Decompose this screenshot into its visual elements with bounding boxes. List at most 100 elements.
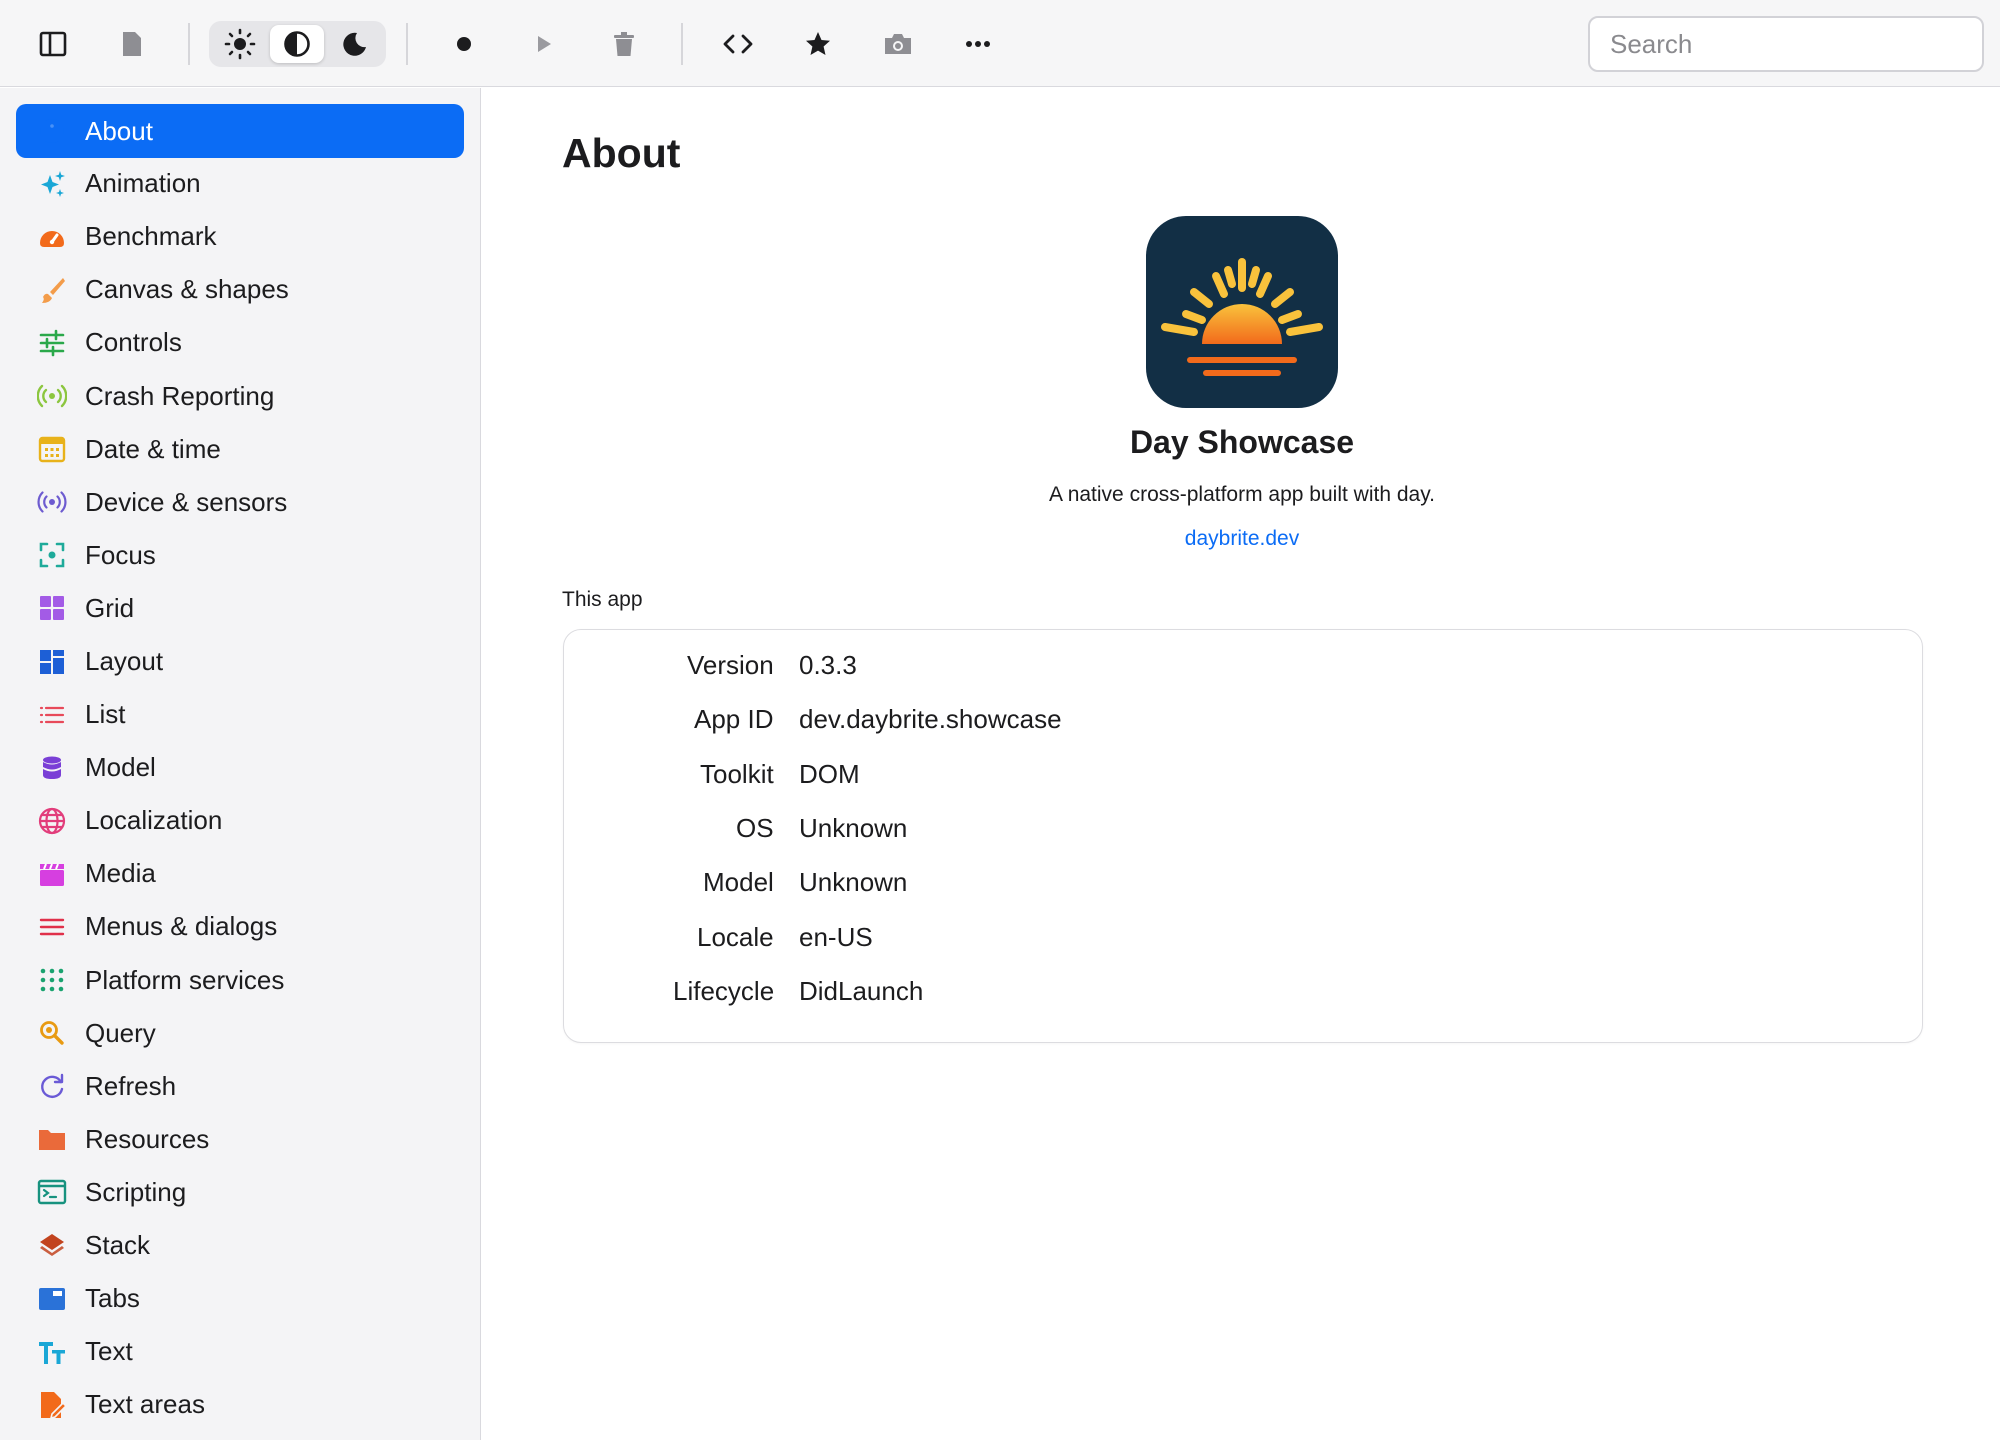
sidebar-item-label: Text <box>85 1336 133 1367</box>
sidebar-item-label: About <box>85 115 153 146</box>
sidebar-item-model[interactable]: Model <box>16 741 464 794</box>
code-icon[interactable] <box>718 24 758 64</box>
layout-icon <box>37 647 67 677</box>
more-icon[interactable] <box>958 24 998 64</box>
text-icon <box>37 1337 67 1367</box>
sliders-icon <box>37 328 67 358</box>
sidebar-item-text-areas[interactable]: Text areas <box>16 1378 464 1431</box>
sidebar-item-tabs[interactable]: Tabs <box>16 1272 464 1325</box>
info-key: Toolkit <box>700 758 774 789</box>
menu-icon <box>37 912 67 942</box>
app-website-link[interactable]: daybrite.dev <box>862 527 1622 551</box>
sidebar-item-grid[interactable]: Grid <box>16 582 464 635</box>
sidebar-item-about[interactable]: About <box>16 104 464 158</box>
sidebar-item-label: Stack <box>85 1230 151 1261</box>
sidebar-item-menus-dialogs[interactable]: Menus & dialogs <box>16 900 464 953</box>
sidebar-item-benchmark[interactable]: Benchmark <box>16 210 464 263</box>
page-title: About <box>562 130 681 176</box>
moon-icon <box>343 32 366 56</box>
sidebar-item-crash-reporting[interactable]: Crash Reporting <box>16 369 464 422</box>
sidebar-item-refresh[interactable]: Refresh <box>16 1060 464 1113</box>
toolbar-divider <box>188 23 190 65</box>
sidebar-item-device-sensors[interactable]: Device & sensors <box>16 476 464 529</box>
sidebar-item-label: List <box>85 699 126 730</box>
document-edit-icon <box>37 1390 67 1420</box>
sidebar-item-label: Localization <box>85 805 223 836</box>
dark-theme-button[interactable] <box>327 25 381 63</box>
magnifier-icon <box>37 1018 67 1048</box>
sidebar-item-label: Crash Reporting <box>85 380 275 411</box>
info-row: OS Unknown <box>564 807 1922 847</box>
sidebar-nav: About Animation Benchmark Canvas & shapes Co… <box>16 104 464 1431</box>
light-theme-button[interactable] <box>213 25 267 63</box>
folder-icon <box>37 1124 67 1154</box>
info-key: Version <box>687 650 774 680</box>
info-key: OS <box>736 812 774 843</box>
sidebar-item-stack[interactable]: Stack <box>16 1219 464 1272</box>
main-content: About Day Showcase A native cross-platfo… <box>482 88 2000 1440</box>
sidebar-item-animation[interactable]: Animation <box>16 157 464 210</box>
broadcast-icon <box>37 381 67 411</box>
sidebar-toggle-icon[interactable] <box>33 24 73 64</box>
sidebar-item-query[interactable]: Query <box>16 1007 464 1060</box>
search-input[interactable] <box>1588 16 1984 72</box>
database-icon <box>37 753 67 783</box>
sidebar-item-platform-services[interactable]: Platform services <box>16 954 464 1007</box>
paintbrush-icon <box>37 275 67 305</box>
sidebar: About Animation Benchmark Canvas & shapes Co… <box>0 88 481 1440</box>
sidebar-item-resources[interactable]: Resources <box>16 1113 464 1166</box>
dots-grid-icon <box>37 965 67 995</box>
toolbar <box>0 0 2000 87</box>
info-value: DidLaunch <box>799 975 924 1006</box>
sidebar-item-label: Benchmark <box>85 221 217 252</box>
sidebar-item-label: Platform services <box>85 964 285 995</box>
play-icon[interactable] <box>524 24 564 64</box>
app-icon <box>1146 216 1338 408</box>
document-icon[interactable] <box>112 24 152 64</box>
sidebar-item-label: Text areas <box>85 1389 205 1420</box>
app-info-card: Version 0.3.3 App ID dev.daybrite.showcase T… <box>563 629 1923 1043</box>
sidebar-item-label: Date & time <box>85 433 221 464</box>
sidebar-item-label: Media <box>85 858 156 889</box>
info-key: Lifecycle <box>673 975 775 1006</box>
globe-icon <box>37 806 67 836</box>
sidebar-item-controls[interactable]: Controls <box>16 316 464 369</box>
info-value: DOM <box>799 758 860 789</box>
terminal-icon <box>37 1177 67 1207</box>
sparkles-icon <box>37 169 67 199</box>
sidebar-item-label: Layout <box>85 646 164 676</box>
sidebar-item-focus[interactable]: Focus <box>16 529 464 582</box>
theme-segmented-control <box>209 21 386 67</box>
sidebar-item-media[interactable]: Media <box>16 847 464 900</box>
focus-icon <box>37 540 67 570</box>
info-row: Locale en-US <box>564 916 1922 956</box>
section-label: This app <box>562 588 643 611</box>
info-value: dev.daybrite.showcase <box>799 704 1062 735</box>
auto-theme-button[interactable] <box>270 25 324 63</box>
record-icon[interactable] <box>444 24 484 64</box>
info-key: App ID <box>694 704 774 735</box>
sidebar-item-localization[interactable]: Localization <box>16 794 464 847</box>
calendar-icon <box>37 434 67 464</box>
info-row: Lifecycle DidLaunch <box>564 970 1922 1010</box>
sidebar-item-label: Resources <box>85 1123 210 1154</box>
info-icon <box>37 116 67 146</box>
camera-icon[interactable] <box>878 24 918 64</box>
sidebar-item-scripting[interactable]: Scripting <box>16 1166 464 1219</box>
toolbar-divider <box>406 23 408 65</box>
sidebar-item-label: Controls <box>85 327 182 358</box>
trash-icon[interactable] <box>604 24 644 64</box>
sidebar-item-list[interactable]: List <box>16 688 464 741</box>
sidebar-item-canvas-shapes[interactable]: Canvas & shapes <box>16 263 464 316</box>
toolbar-divider <box>681 23 683 65</box>
sidebar-item-label: Animation <box>85 168 201 199</box>
sidebar-item-text[interactable]: Text <box>16 1325 464 1378</box>
info-row: Toolkit DOM <box>564 753 1922 793</box>
sidebar-item-layout[interactable]: Layout <box>16 635 464 688</box>
sidebar-item-date-time[interactable]: Date & time <box>16 423 464 476</box>
sunrise-logo-icon <box>1161 258 1323 376</box>
star-icon[interactable] <box>798 24 838 64</box>
sidebar-item-label: Menus & dialogs <box>85 911 278 942</box>
info-value: Unknown <box>799 812 908 843</box>
grid-icon <box>37 593 67 623</box>
